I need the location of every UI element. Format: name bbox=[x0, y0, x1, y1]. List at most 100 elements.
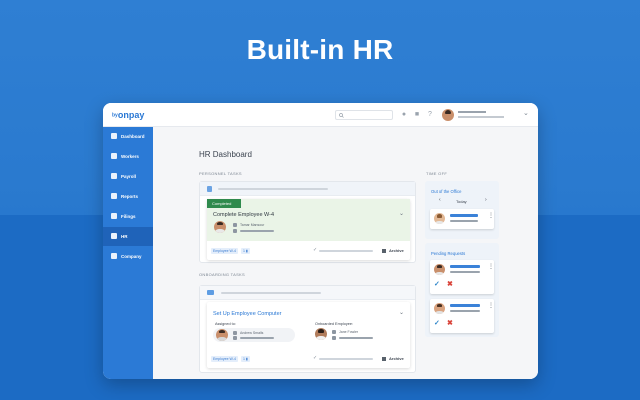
deny-icon[interactable]: ✖ bbox=[447, 319, 453, 327]
task-item[interactable]: Set Up Employee Computer ⌄ Assigned to: … bbox=[207, 302, 410, 368]
grid-icon bbox=[111, 133, 117, 139]
person-icon bbox=[233, 223, 237, 227]
sidebar-item-company[interactable]: Company bbox=[103, 247, 153, 266]
comment-count[interactable]: 1 ▮ bbox=[241, 248, 250, 254]
bell-icon[interactable]: ● bbox=[399, 110, 409, 120]
date-label: Today bbox=[456, 199, 467, 204]
date-placeholder bbox=[339, 337, 373, 339]
document-icon bbox=[207, 186, 212, 192]
check-icon: ✓ bbox=[313, 247, 318, 253]
search-input[interactable] bbox=[335, 110, 393, 120]
detail-placeholder bbox=[450, 220, 478, 222]
progress-placeholder bbox=[319, 358, 373, 360]
avatar bbox=[434, 264, 445, 275]
pending-requests-panel: Pending Requests ⋮ ✓ ✖ ⋮ ✓ ✖ bbox=[425, 243, 499, 337]
assignee-pill[interactable]: Andrew Smalls bbox=[213, 328, 295, 342]
onboarding-task-card: Set Up Employee Computer ⌄ Assigned to: … bbox=[199, 285, 416, 373]
out-of-office-title: Out of the Office bbox=[431, 189, 462, 194]
hr-icon bbox=[111, 233, 117, 239]
check-icon: ✓ bbox=[313, 355, 318, 361]
onboarded-name: Jane Fowler bbox=[339, 330, 359, 334]
date-placeholder bbox=[240, 337, 274, 339]
avatar bbox=[216, 329, 228, 341]
calendar-icon bbox=[233, 336, 237, 340]
app-logo[interactable]: byonpay bbox=[112, 110, 144, 120]
more-icon[interactable]: ⋮ bbox=[488, 303, 494, 309]
out-of-office-panel: Out of the Office ‹ Today › ⋮ bbox=[425, 181, 499, 239]
approve-icon[interactable]: ✓ bbox=[434, 319, 440, 327]
store-icon[interactable]: ■ bbox=[412, 110, 422, 120]
detail-placeholder bbox=[450, 271, 480, 273]
archive-button[interactable]: Archive bbox=[389, 356, 404, 361]
sidebar-item-workers[interactable]: Workers bbox=[103, 147, 153, 166]
chevron-down-icon[interactable]: ⌄ bbox=[399, 210, 404, 217]
card-header bbox=[200, 182, 415, 196]
date-placeholder bbox=[240, 230, 274, 232]
page-title: HR Dashboard bbox=[199, 150, 252, 159]
placeholder-line bbox=[218, 188, 328, 190]
assignee-name: Andrew Smalls bbox=[240, 331, 264, 335]
user-company-placeholder bbox=[458, 116, 504, 118]
avatar bbox=[214, 221, 226, 233]
sidebar-item-hr[interactable]: HR bbox=[103, 227, 153, 246]
help-icon[interactable]: ? bbox=[425, 110, 435, 120]
search-icon bbox=[339, 113, 344, 118]
name-placeholder bbox=[450, 214, 478, 217]
onboarded-label: Onboarded Employee: bbox=[315, 322, 353, 326]
placeholder-line bbox=[221, 292, 321, 294]
chevron-down-icon[interactable]: ⌄ bbox=[399, 309, 404, 316]
sidebar-item-payroll[interactable]: Payroll bbox=[103, 167, 153, 186]
computer-icon bbox=[207, 290, 214, 295]
payroll-icon bbox=[111, 173, 117, 179]
sidebar-item-reports[interactable]: Reports bbox=[103, 187, 153, 206]
deny-icon[interactable]: ✖ bbox=[447, 280, 453, 288]
sidebar-item-filings[interactable]: Filings bbox=[103, 207, 153, 226]
next-arrow-icon[interactable]: › bbox=[485, 197, 487, 203]
out-of-office-item[interactable]: ⋮ bbox=[430, 209, 494, 229]
task-item[interactable]: Completed Complete Employee W-4 ⌄ Tamar … bbox=[207, 199, 410, 260]
top-bar: byonpay ● ■ ? ⌄ bbox=[103, 103, 538, 127]
sidebar: Dashboard Workers Payroll Reports Filing… bbox=[103, 127, 153, 379]
avatar bbox=[434, 303, 445, 314]
avatar bbox=[434, 213, 445, 224]
avatar[interactable] bbox=[442, 109, 454, 121]
more-icon[interactable]: ⋮ bbox=[488, 213, 494, 219]
pending-requests-title: Pending Requests bbox=[431, 251, 466, 256]
archive-button[interactable]: Archive bbox=[389, 248, 404, 253]
prev-arrow-icon[interactable]: ‹ bbox=[439, 197, 441, 203]
more-icon[interactable]: ⋮ bbox=[488, 264, 494, 270]
archive-icon bbox=[382, 249, 386, 253]
company-icon bbox=[111, 253, 117, 259]
pending-request-item[interactable]: ⋮ ✓ ✖ bbox=[430, 299, 494, 333]
person-name: Tamar Mansour bbox=[240, 223, 265, 227]
sidebar-item-dashboard[interactable]: Dashboard bbox=[103, 127, 153, 146]
chevron-down-icon[interactable]: ⌄ bbox=[523, 109, 529, 117]
card-header bbox=[200, 286, 415, 300]
time-off-label: TIME OFF bbox=[426, 171, 448, 176]
detail-placeholder bbox=[450, 310, 480, 312]
hero-title: Built-in HR bbox=[246, 34, 394, 65]
name-placeholder bbox=[450, 304, 480, 307]
avatar bbox=[315, 328, 327, 340]
main-content: HR Dashboard PERSONNEL TASKS Completed C… bbox=[153, 127, 538, 379]
name-placeholder bbox=[450, 265, 480, 268]
assigned-label: Assigned to: bbox=[215, 322, 236, 326]
report-icon bbox=[111, 193, 117, 199]
calendar-icon bbox=[233, 229, 237, 233]
tag-chip[interactable]: Employee W-4 bbox=[211, 248, 238, 254]
personnel-task-card: Completed Complete Employee W-4 ⌄ Tamar … bbox=[199, 181, 416, 263]
task-title[interactable]: Set Up Employee Computer bbox=[213, 311, 281, 317]
app-window: byonpay ● ■ ? ⌄ Dashboard Workers Payrol… bbox=[103, 103, 538, 379]
approve-icon[interactable]: ✓ bbox=[434, 280, 440, 288]
pending-request-item[interactable]: ⋮ ✓ ✖ bbox=[430, 260, 494, 294]
calendar-icon bbox=[332, 336, 336, 340]
task-title[interactable]: Complete Employee W-4 bbox=[213, 212, 274, 218]
archive-icon bbox=[382, 357, 386, 361]
progress-placeholder bbox=[319, 250, 373, 252]
user-name-placeholder bbox=[458, 111, 486, 113]
person-icon bbox=[233, 331, 237, 335]
personnel-tasks-label: PERSONNEL TASKS bbox=[199, 171, 242, 176]
comment-count[interactable]: 1 ▮ bbox=[241, 356, 250, 362]
tag-chip[interactable]: Employee W-4 bbox=[211, 356, 238, 362]
person-icon bbox=[111, 153, 117, 159]
